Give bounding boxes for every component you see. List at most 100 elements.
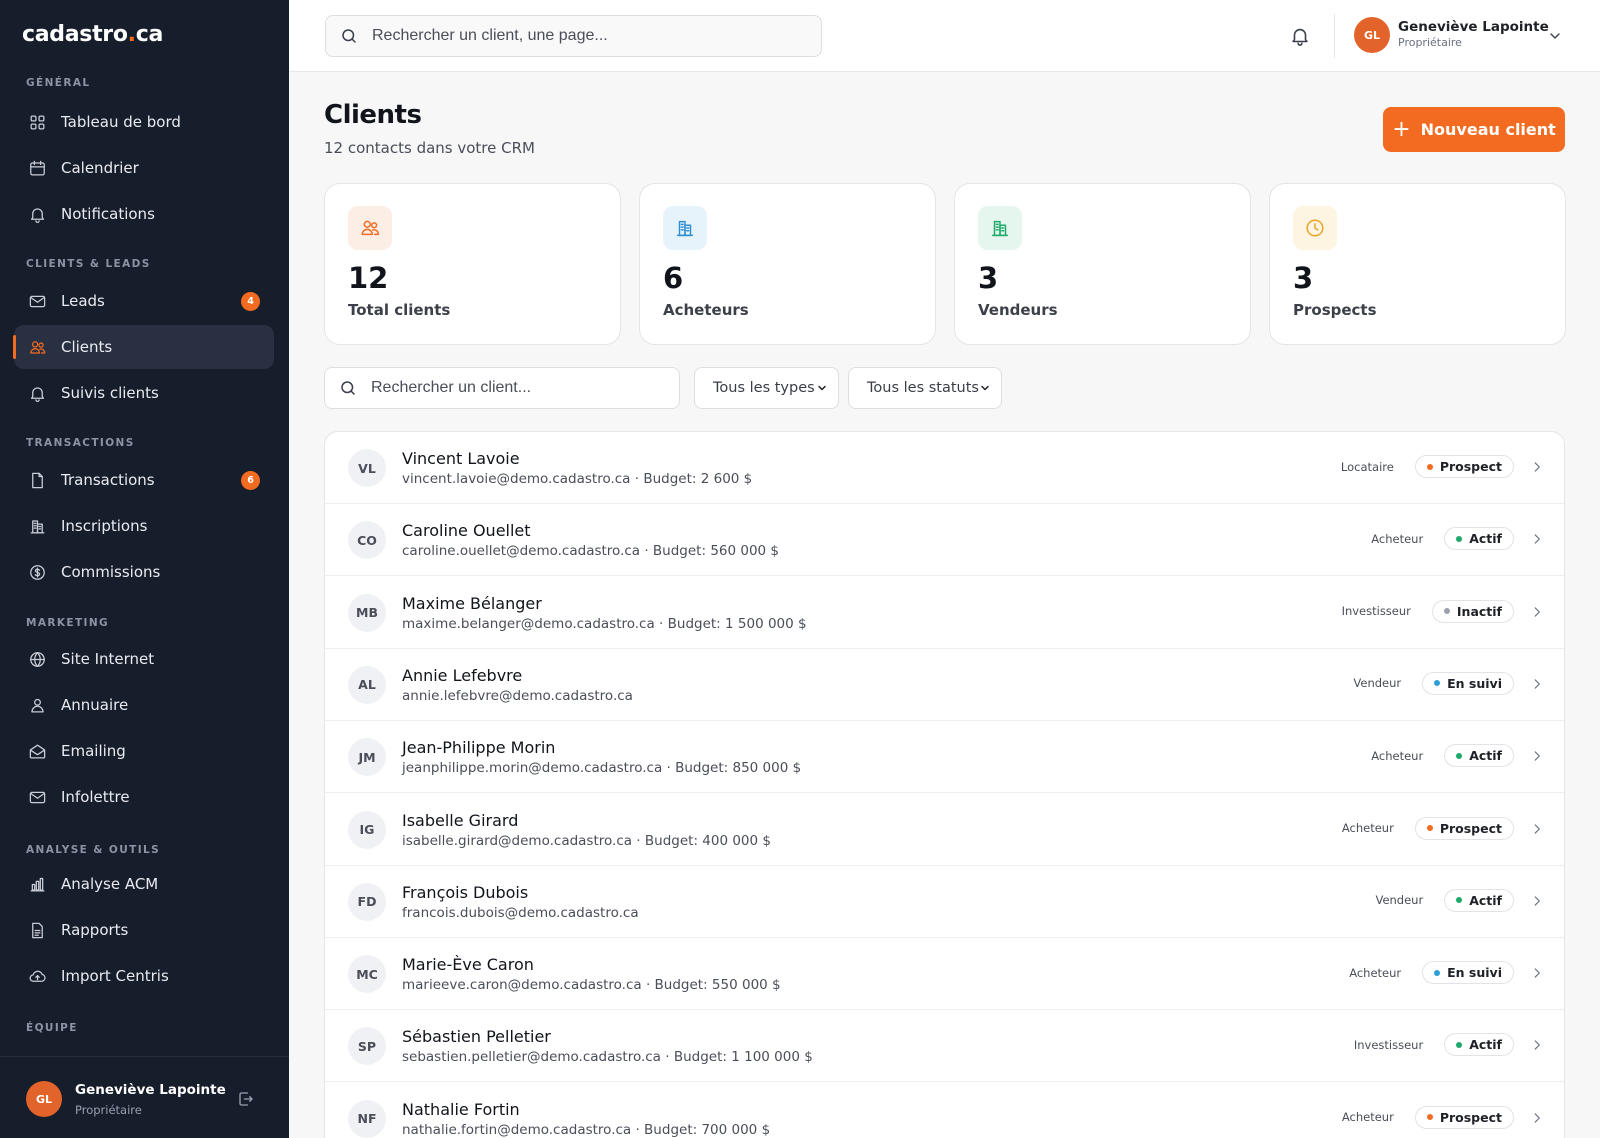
table-row[interactable]: MC Marie-Ève Caron marieeve.caron@demo.cad… (325, 938, 1564, 1011)
table-row[interactable]: FD François Dubois francois.dubois@demo.ca… (325, 866, 1564, 938)
search-icon (341, 381, 355, 395)
status-dot (1426, 1114, 1433, 1121)
stat-card: 3 Prospects (1269, 183, 1566, 345)
sidebar-item-label: Tableau de bord (61, 113, 181, 131)
stat-card: 12 Total clients (324, 183, 621, 345)
chevron-right-icon[interactable] (1530, 1038, 1544, 1052)
stat-value: 12 (348, 261, 389, 295)
client-name[interactable]: Vincent Lavoie (402, 449, 520, 468)
table-row[interactable]: CO Caroline Ouellet caroline.ouellet@demo.… (325, 504, 1564, 577)
avatar[interactable]: GL (1354, 17, 1390, 53)
client-type: Acheteur (1341, 1110, 1394, 1125)
sidebar-item-leads[interactable]: Leads 4 (14, 279, 274, 323)
new-client-button[interactable]: + Nouveau client (1383, 107, 1565, 152)
sidebar-item-analyse-acm[interactable]: Analyse ACM (14, 862, 274, 906)
client-meta: annie.lefebvre@demo.cadastro.ca (402, 687, 633, 704)
app-logo[interactable]: cadastro.ca (22, 22, 163, 47)
avatar[interactable]: GL (26, 1081, 62, 1117)
table-row[interactable]: SP Sébastien Pelletier sebastien.pelletier… (325, 1010, 1564, 1083)
sidebar-item-label: Analyse ACM (61, 875, 159, 893)
status-dot (1434, 969, 1441, 976)
client-name[interactable]: Caroline Ouellet (402, 521, 531, 540)
sidebar-item-suivis-clients[interactable]: Suivis clients (14, 371, 274, 415)
dollar-icon (27, 562, 47, 582)
client-name[interactable]: François Dubois (402, 883, 528, 902)
table-row[interactable]: VL Vincent Lavoie vincent.lavoie@demo.cada… (325, 432, 1564, 504)
avatar: VL (348, 449, 386, 487)
status-select[interactable]: Tous les statuts (848, 367, 1002, 409)
file-icon (27, 470, 47, 490)
client-type: Vendeur (1353, 676, 1402, 691)
client-name[interactable]: Sébastien Pelletier (402, 1027, 551, 1046)
table-row[interactable]: IG Isabelle Girard isabelle.girard@demo.ca… (325, 794, 1564, 866)
chevron-down-icon[interactable] (1547, 28, 1563, 44)
sidebar-item-label: Clients (61, 338, 113, 356)
topbar: GL Geneviève Lapointe Propriétaire (289, 0, 1600, 72)
bell-icon[interactable] (1289, 25, 1311, 47)
client-name[interactable]: Maxime Bélanger (402, 594, 542, 613)
status-badge: Actif (1444, 527, 1514, 551)
avatar: SP (348, 1027, 386, 1066)
sidebar-section-label: TRANSACTIONS (26, 437, 135, 449)
chevron-right-icon[interactable] (1530, 677, 1544, 691)
sidebar-item-label: Infolettre (61, 788, 130, 806)
avatar: JM (348, 738, 386, 777)
global-search-input[interactable] (372, 27, 802, 45)
sidebar-item-transactions[interactable]: Transactions 6 (14, 458, 274, 502)
sidebar-item-label: Site Internet (61, 650, 155, 668)
sidebar-item-emailing[interactable]: Emailing (14, 729, 274, 773)
status-dot (1456, 1041, 1463, 1048)
bar-chart-icon (27, 874, 47, 894)
status-badge: Inactif (1431, 599, 1514, 623)
sidebar-item-notifications[interactable]: Notifications (14, 192, 274, 236)
client-type: Locataire (1340, 459, 1394, 474)
sidebar-item-site-internet[interactable]: Site Internet (14, 637, 274, 681)
logout-icon[interactable] (237, 1090, 255, 1108)
chevron-right-icon[interactable] (1530, 532, 1544, 546)
status-badge: Actif (1444, 888, 1514, 912)
status-badge: Prospect (1414, 816, 1514, 840)
cloud-upload-icon (27, 966, 47, 986)
client-meta: nathalie.fortin@demo.cadastro.ca · Budge… (402, 1121, 771, 1138)
client-search[interactable] (324, 367, 680, 409)
sidebar-item-label: Transactions (61, 471, 155, 489)
chevron-right-icon[interactable] (1530, 1111, 1544, 1125)
users-icon (27, 337, 47, 357)
sidebar-item-rapports[interactable]: Rapports (14, 908, 274, 952)
sidebar-item-infolettre[interactable]: Infolettre (14, 775, 274, 819)
client-name[interactable]: Annie Lefebvre (402, 666, 522, 685)
table-row[interactable]: AL Annie Lefebvre annie.lefebvre@demo.cada… (325, 649, 1564, 721)
chevron-right-icon[interactable] (1530, 822, 1544, 836)
type-select[interactable]: Tous les types (694, 367, 839, 409)
client-meta: marieeve.caron@demo.cadastro.ca · Budget… (402, 977, 781, 994)
chevron-right-icon[interactable] (1530, 605, 1544, 619)
client-name[interactable]: Jean-Philippe Morin (402, 738, 555, 757)
sidebar-item-calendrier[interactable]: Calendrier (14, 146, 274, 190)
sidebar-item-tableau-de-bord[interactable]: Tableau de bord (14, 100, 274, 144)
sidebar-section-label: MARKETING (26, 617, 110, 629)
sidebar-item-clients[interactable]: Clients (13, 325, 274, 369)
client-search-input[interactable] (371, 379, 661, 397)
sidebar-item-label: Calendrier (61, 159, 139, 177)
client-name[interactable]: Isabelle Girard (402, 811, 518, 830)
table-row[interactable]: NF Nathalie Fortin nathalie.fortin@demo.ca… (325, 1083, 1564, 1138)
client-name[interactable]: Nathalie Fortin (402, 1100, 520, 1119)
stat-value: 3 (1293, 261, 1314, 295)
global-search[interactable] (325, 15, 822, 57)
chevron-right-icon[interactable] (1530, 749, 1544, 763)
table-row[interactable]: JM Jean-Philippe Morin jeanphilippe.morin@… (325, 721, 1564, 794)
sidebar-item-inscriptions[interactable]: Inscriptions (14, 504, 274, 548)
plus-icon: + (1392, 116, 1411, 142)
chevron-right-icon[interactable] (1530, 894, 1544, 908)
client-name[interactable]: Marie-Ève Caron (402, 955, 534, 974)
user-name[interactable]: Geneviève Lapointe (1398, 19, 1549, 35)
chevron-right-icon[interactable] (1530, 966, 1544, 980)
sidebar-item-import-centris[interactable]: Import Centris (14, 954, 274, 998)
sidebar-item-commissions[interactable]: Commissions (14, 550, 274, 594)
sidebar-item-annuaire[interactable]: Annuaire (14, 683, 274, 727)
page-title: Clients (324, 100, 422, 130)
stat-card: 3 Vendeurs (954, 183, 1251, 345)
table-row[interactable]: MB Maxime Bélanger maxime.belanger@demo.ca… (325, 577, 1564, 649)
chevron-right-icon[interactable] (1530, 460, 1544, 474)
avatar: NF (348, 1099, 386, 1138)
